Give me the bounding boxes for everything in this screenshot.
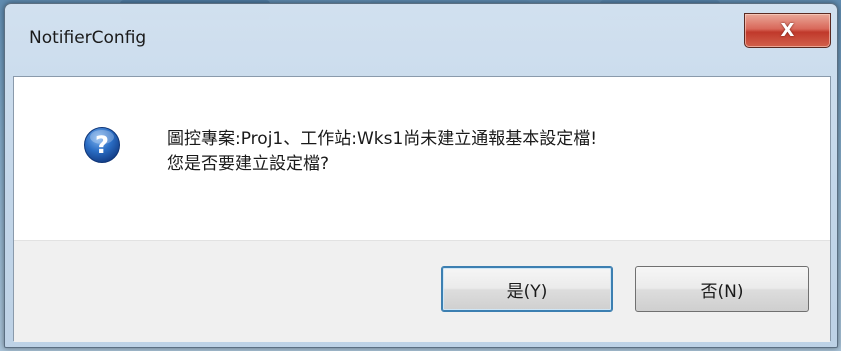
question-mark-glyph: ? <box>95 131 109 159</box>
button-bar: 是(Y) 否(N) <box>14 240 830 342</box>
message-dialog: NotifierConfig X ? 圖控專案:Proj1、工作站:Wks1尚未… <box>4 3 838 348</box>
message-text: 圖控專案:Proj1、工作站:Wks1尚未建立通報基本設定檔! 您是否要建立設定… <box>167 127 597 177</box>
message-area: ? 圖控專案:Proj1、工作站:Wks1尚未建立通報基本設定檔! 您是否要建立… <box>14 77 830 240</box>
no-button[interactable]: 否(N) <box>635 266 809 312</box>
close-button[interactable]: X <box>744 13 831 48</box>
close-icon: X <box>780 20 795 41</box>
dialog-client-area: ? 圖控專案:Proj1、工作站:Wks1尚未建立通報基本設定檔! 您是否要建立… <box>13 76 831 342</box>
question-icon: ? <box>84 127 120 163</box>
message-line-1: 圖控專案:Proj1、工作站:Wks1尚未建立通報基本設定檔! <box>167 129 598 149</box>
message-line-2: 您是否要建立設定檔? <box>167 154 330 174</box>
window-title: NotifierConfig <box>29 28 147 48</box>
yes-button[interactable]: 是(Y) <box>441 266 613 312</box>
title-bar[interactable]: NotifierConfig X <box>5 4 837 76</box>
